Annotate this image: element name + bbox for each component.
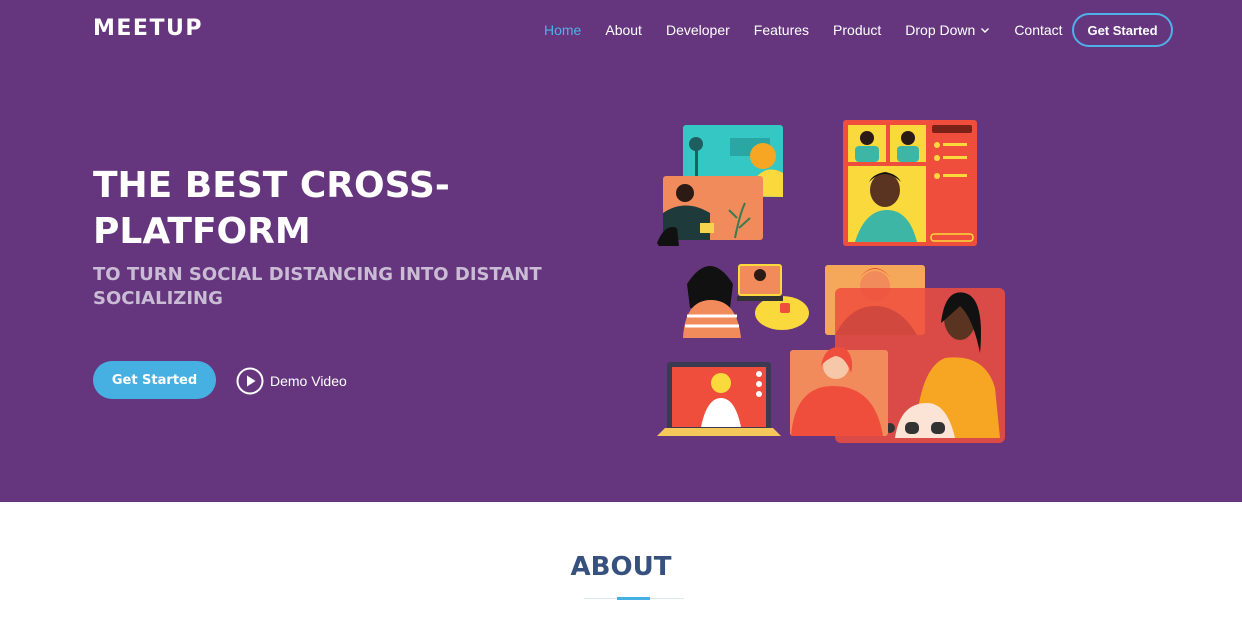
nav-label: Home <box>544 22 582 38</box>
main-nav: Home About Developer Features Product Dr… <box>544 20 1087 40</box>
nav-item-developer[interactable]: Developer <box>666 22 730 38</box>
site-logo[interactable]: MEETUP <box>93 16 203 41</box>
nav-label: About <box>605 22 642 38</box>
demo-video-label: Demo Video <box>270 373 347 389</box>
nav-item-contact[interactable]: Contact <box>1014 22 1062 38</box>
nav-item-home[interactable]: Home <box>544 22 581 38</box>
hero-title: THE BEST CROSS-PLATFORM <box>93 165 450 252</box>
nav-label: Contact <box>1014 22 1063 38</box>
nav-label: Product <box>833 22 882 38</box>
chevron-down-icon <box>981 28 990 33</box>
about-divider-accent <box>617 597 650 600</box>
hero-section: MEETUP Home About Developer Features Pro… <box>0 0 1242 502</box>
nav-item-product[interactable]: Product <box>833 22 881 38</box>
demo-video-button[interactable]: Demo Video <box>236 367 347 395</box>
hero-get-started-button[interactable]: Get Started <box>93 361 216 399</box>
nav-item-about[interactable]: About <box>605 22 642 38</box>
nav-label: Developer <box>665 22 730 38</box>
about-heading: ABOUT <box>570 552 672 582</box>
hero-subtitle: TO TURN SOCIAL DISTANCING INTO DISTANT S… <box>93 264 542 309</box>
video-meeting-illustration <box>657 120 1005 443</box>
nav-item-features[interactable]: Features <box>754 22 809 38</box>
nav-label: Drop Down <box>905 22 976 38</box>
play-circle-icon <box>236 367 264 395</box>
nav-label: Features <box>753 22 810 38</box>
header-get-started-button[interactable]: Get Started <box>1072 13 1173 47</box>
nav-item-dropdown[interactable]: Drop Down <box>905 22 990 38</box>
